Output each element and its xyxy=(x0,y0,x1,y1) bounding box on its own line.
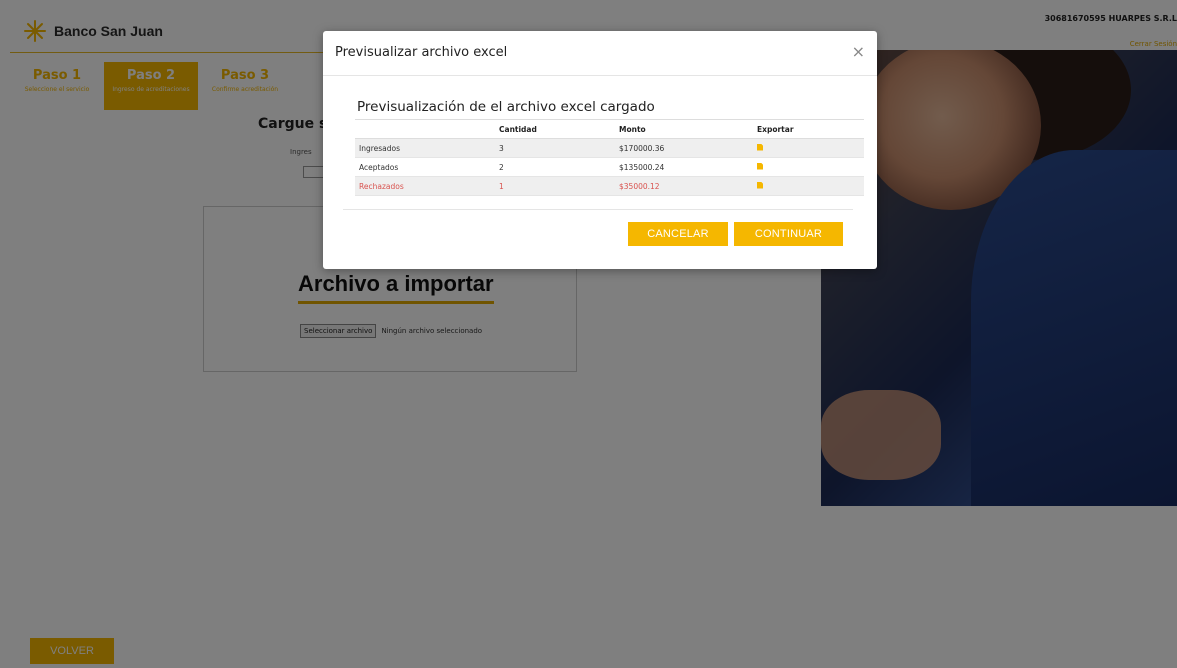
preview-table: Cantidad Monto Exportar Ingresados 3 $17… xyxy=(355,119,864,196)
continue-button[interactable]: CONTINUAR xyxy=(734,222,843,246)
preview-heading: Previsualización de el archivo excel car… xyxy=(357,99,655,115)
export-file-icon[interactable] xyxy=(757,181,763,189)
column-header-cantidad: Cantidad xyxy=(498,119,618,139)
table-header-row: Cantidad Monto Exportar xyxy=(355,119,864,139)
table-row: Aceptados 2 $135000.24 xyxy=(355,157,864,177)
divider xyxy=(343,209,853,210)
row-monto: $135000.24 xyxy=(618,157,756,177)
column-header-label xyxy=(355,119,498,139)
modal-header: Previsualizar archivo excel × xyxy=(323,31,877,76)
row-cantidad: 1 xyxy=(498,176,618,196)
column-header-monto: Monto xyxy=(618,119,756,139)
row-monto: $35000.12 xyxy=(618,176,756,196)
row-monto: $170000.36 xyxy=(618,138,756,158)
row-cantidad: 2 xyxy=(498,157,618,177)
close-icon[interactable]: × xyxy=(852,42,865,61)
row-label: Aceptados xyxy=(355,157,498,177)
export-file-icon[interactable] xyxy=(757,143,763,151)
table-row: Rechazados 1 $35000.12 xyxy=(355,176,864,196)
export-file-icon[interactable] xyxy=(757,162,763,170)
column-header-exportar: Exportar xyxy=(756,119,864,139)
row-cantidad: 3 xyxy=(498,138,618,158)
preview-modal: Previsualizar archivo excel × Previsuali… xyxy=(323,31,877,269)
row-label: Rechazados xyxy=(355,176,498,196)
modal-title: Previsualizar archivo excel xyxy=(335,45,508,60)
row-label: Ingresados xyxy=(355,138,498,158)
table-row: Ingresados 3 $170000.36 xyxy=(355,138,864,158)
cancel-button[interactable]: CANCELAR xyxy=(628,222,728,246)
